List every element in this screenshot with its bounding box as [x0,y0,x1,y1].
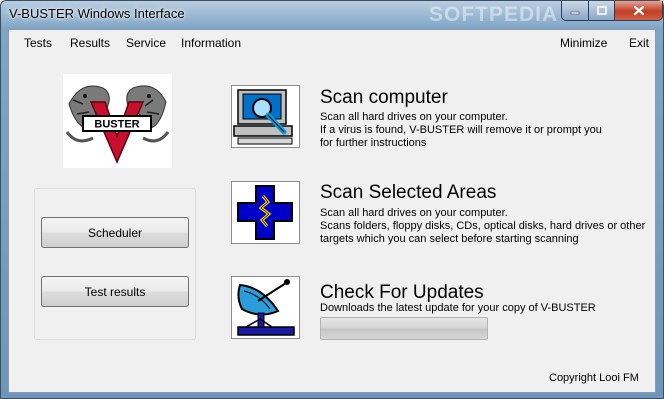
blue-cross-icon [232,182,299,243]
scheduler-button[interactable]: Scheduler [41,217,189,248]
check-updates-button[interactable] [231,276,300,339]
copyright-text: Copyright Looi FM [549,372,639,384]
logo-text: BUSTER [94,119,139,131]
scan-computer-desc-3: for further instructions [320,137,427,149]
caption-buttons [561,1,663,21]
scan-computer-desc-2: If a virus is found, V-BUSTER will remov… [320,124,602,136]
title-bar[interactable]: V-BUSTER Windows Interface SOFTPEDIA [1,1,663,28]
scan-selected-areas-button[interactable] [231,181,300,244]
satellite-dish-icon [232,277,299,338]
scan-computer-button[interactable] [231,85,300,148]
scan-selected-desc-1: Scan all hard drives on your computer. [320,207,508,219]
tools-panel: Scheduler Test results [34,188,196,340]
scan-computer-desc-1: Scan all hard drives on your computer. [320,111,508,123]
scan-selected-desc-3: targets which you can select before star… [320,233,579,245]
menu-bar: Tests Results Service Information Minimi… [9,30,655,56]
menu-tests[interactable]: Tests [24,36,52,50]
check-updates-desc-1: Downloads the latest update for your cop… [320,302,596,314]
window-title: V-BUSTER Windows Interface [9,6,185,21]
check-updates-title[interactable]: Check For Updates [320,282,484,304]
minimize-window-button[interactable] [561,1,589,21]
menu-minimize[interactable]: Minimize [560,36,607,50]
scan-selected-desc-2: Scans folders, floppy disks, CDs, optica… [320,220,646,232]
menu-information[interactable]: Information [181,36,241,50]
test-results-button[interactable]: Test results [41,276,189,307]
menu-service[interactable]: Service [126,36,166,50]
v-buster-logo: BUSTER [63,74,172,168]
maximize-icon [596,6,607,15]
app-window: V-BUSTER Windows Interface SOFTPEDIA Tes… [0,0,664,399]
v-buster-logo-image: BUSTER [63,74,172,168]
update-progress-bar [320,317,488,340]
close-window-button[interactable] [615,1,663,21]
minimize-icon [570,11,580,14]
menu-results[interactable]: Results [70,36,110,50]
computer-scan-icon [232,86,299,147]
client-area: Tests Results Service Information Minimi… [8,29,656,393]
close-icon [633,5,644,16]
scan-computer-title[interactable]: Scan computer [320,87,448,109]
menu-exit[interactable]: Exit [629,36,649,50]
watermark: SOFTPEDIA [429,3,559,26]
scan-selected-areas-title[interactable]: Scan Selected Areas [320,182,496,204]
maximize-window-button[interactable] [589,1,615,21]
